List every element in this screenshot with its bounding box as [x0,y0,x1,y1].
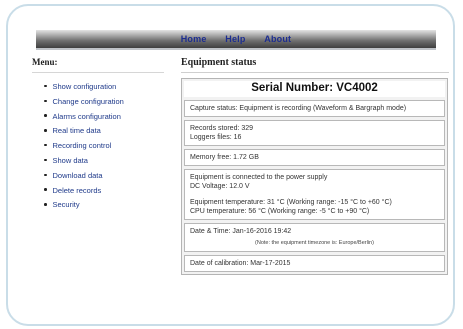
menu-item-change-configuration[interactable]: Change configuration [44,95,164,110]
equipment-temperature-text: Equipment temperature: 31 °C (Working ra… [190,199,392,206]
cpu-temperature-text: CPU temperature: 56 °C (Working range: -… [190,208,370,215]
loggers-files-text: Loggers files: 16 [190,134,242,141]
calibration-box: Date of calibration: Mar-17-2015 [184,255,445,272]
records-stored-text: Records stored: 329 [190,125,254,132]
dc-voltage-text: DC Voltage: 12.0 V [190,183,250,190]
menu-item-delete-records[interactable]: Delete records [44,184,164,199]
memory-box: Memory free: 1.72 GB [184,149,445,166]
date-time-text: Date & Time: Jan-16-2016 19:42 [190,228,292,235]
menu-item-alarms-configuration[interactable]: Alarms configuration [44,110,164,125]
menu-item-show-data[interactable]: Show data [44,154,164,169]
records-box: Records stored: 329 Loggers files: 16 [184,120,445,146]
menu-item-show-configuration[interactable]: Show configuration [44,80,164,95]
menu-list: Show configuration Change configuration … [32,80,164,213]
nav-help-link[interactable]: Help [225,34,245,44]
menu-title: Menu: [32,57,164,73]
menu-item-recording-control[interactable]: Recording control [44,139,164,154]
menu-item-download-data[interactable]: Download data [44,169,164,184]
sidebar-menu: Menu: Show configuration Change configur… [32,57,164,213]
top-nav-bar: Home Help About [36,30,436,50]
main-content: Equipment status Serial Number: VC4002 C… [181,57,449,275]
memory-free-text: Memory free: 1.72 GB [190,154,259,161]
menu-item-security[interactable]: Security [44,198,164,213]
capture-status-box: Capture status: Equipment is recording (… [184,100,445,117]
nav-about-link[interactable]: About [264,34,291,44]
nav-links: Home Help About [36,34,436,44]
window-frame: Home Help About Menu: Show configuration… [6,4,455,326]
serial-number: Serial Number: VC4002 [184,81,445,97]
capture-status-text: Capture status: Equipment is recording (… [190,105,407,112]
timezone-note: (Note: the equipment timezone is: Europe… [255,240,374,246]
status-panel: Serial Number: VC4002 Capture status: Eq… [181,78,448,275]
date-time-box: Date & Time: Jan-16-2016 19:42 (Note: th… [184,223,445,252]
calibration-date-text: Date of calibration: Mar-17-2015 [190,260,291,267]
menu-item-real-time-data[interactable]: Real time data [44,124,164,139]
power-status-text: Equipment is connected to the power supp… [190,174,328,181]
nav-home-link[interactable]: Home [181,34,207,44]
power-temperature-box: Equipment is connected to the power supp… [184,169,445,220]
page-title: Equipment status [181,57,449,73]
